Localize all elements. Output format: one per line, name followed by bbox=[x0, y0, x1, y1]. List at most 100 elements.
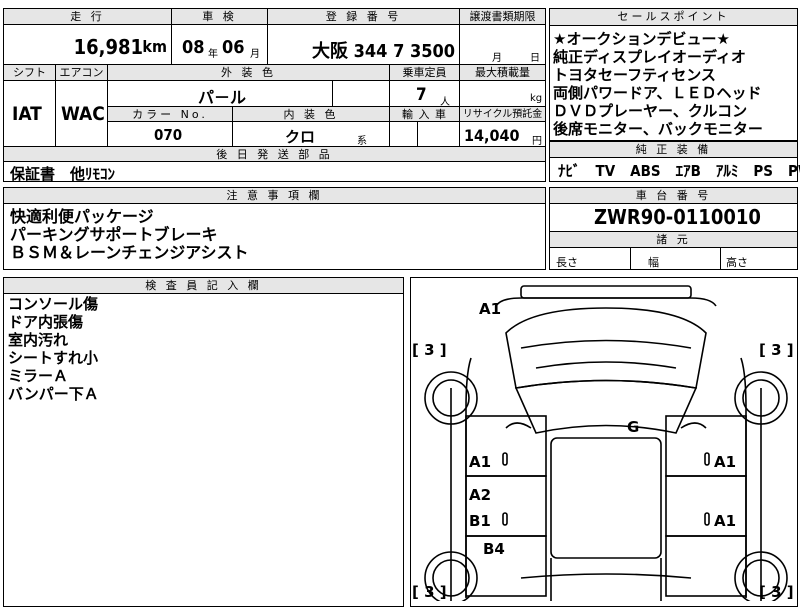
equipment-items: ﾅﾋﾞ TV ABS ｴｱB ｱﾙﾐ PS PW bbox=[558, 162, 800, 180]
selling-points-list: ★オークションデビュー★ 純正ディスプレイオーディオ トヨタセーフティセンス 両側パワ… bbox=[550, 26, 797, 138]
inspection-month-unit: 月 bbox=[250, 49, 260, 60]
deadline-day: 日 bbox=[530, 53, 540, 64]
inspector-note-item: バンパー下Ａ bbox=[8, 385, 99, 403]
mark-tire-rear-right: [ 3 ] bbox=[759, 583, 794, 601]
registration-cell: 大阪 344 7 3500 bbox=[268, 25, 460, 65]
mark-front: A1 bbox=[479, 300, 502, 318]
mark-tire-front-right: [ 3 ] bbox=[759, 341, 794, 359]
mark-tire-front-left: [ 3 ] bbox=[412, 341, 447, 359]
inspector-note-item: シートすれ小 bbox=[8, 349, 99, 367]
inspector-header: 検 査 員 記 入 欄 bbox=[4, 278, 403, 294]
selling-points-panel: セールスポイント ★オークションデビュー★ 純正ディスプレイオーディオ トヨタセーフ… bbox=[549, 8, 798, 141]
car-diagram-panel: A1 G A1 A2 B1 B4 A1 A1 [ 3 ] [ 3 ] [ 3 ]… bbox=[410, 277, 798, 607]
dim-divider-2 bbox=[720, 247, 721, 269]
note-item: 快適利便パッケージ bbox=[10, 207, 154, 226]
front-bumper-top bbox=[520, 285, 692, 299]
load-header: 最大積載量 bbox=[460, 65, 545, 81]
ac-header: エアコン bbox=[56, 65, 108, 81]
mark-roof: G bbox=[627, 418, 640, 436]
load-cell: kg bbox=[460, 81, 545, 107]
recycle-header: リサイクル預託金 bbox=[460, 107, 545, 122]
car-diagram bbox=[424, 285, 788, 601]
mark-right-rear-door: A1 bbox=[714, 512, 737, 530]
shift-value: IAT bbox=[12, 103, 42, 125]
inspection-month: 06 bbox=[222, 37, 245, 58]
notes-panel: 注 意 事 項 欄 快適利便パッケージ パーキングサポートブレーキ ＢＳＭ＆レーンチ… bbox=[3, 187, 546, 270]
dimensions-header: 諸 元 bbox=[550, 231, 797, 248]
selling-point-item: 純正ディスプレイオーディオ bbox=[553, 48, 746, 66]
equipment-header: 純 正 装 備 bbox=[550, 142, 797, 158]
mirror-left bbox=[505, 422, 532, 429]
load-unit: kg bbox=[530, 93, 543, 104]
deadline-month: 月 bbox=[492, 53, 502, 64]
equipment-panel: 純 正 装 備 ﾅﾋﾞ TV ABS ｴｱB ｱﾙﾐ PS PW bbox=[549, 141, 800, 182]
door-handle-rr bbox=[704, 512, 710, 526]
seats-unit: 人 bbox=[440, 97, 450, 108]
notes-list: 快適利便パッケージ パーキングサポートブレーキ ＢＳＭ＆レーンチェンジアシスト bbox=[4, 204, 545, 262]
mileage-header: 走 行 bbox=[4, 9, 172, 25]
inspection-year: 08 bbox=[182, 37, 205, 58]
hood-outline bbox=[505, 307, 707, 389]
seats-value: 7 bbox=[416, 85, 427, 105]
registration-header: 登 録 番 号 bbox=[268, 9, 460, 25]
left-rear-quarter bbox=[465, 535, 547, 597]
hood-line-2 bbox=[535, 361, 677, 369]
chassis-header: 車 台 番 号 bbox=[550, 188, 797, 204]
color-no-header: カラー No. bbox=[108, 107, 233, 122]
recycle-cell: 14,040 円 bbox=[460, 122, 545, 147]
shift-cell: IAT bbox=[4, 81, 56, 147]
color-no-cell: 070 bbox=[108, 122, 233, 147]
front-bumper-outline bbox=[495, 297, 717, 307]
selling-point-item: トヨタセーフティセンス bbox=[553, 66, 716, 84]
shift-header: シフト bbox=[4, 65, 56, 81]
mileage-unit: km bbox=[142, 37, 167, 56]
inspector-panel: 検 査 員 記 入 欄 コンソール傷 ドア内張傷 室内汚れ シートすれ小 ミラーＡ バンパ… bbox=[3, 277, 404, 607]
mark-left-rear: B4 bbox=[483, 540, 505, 558]
door-handle-lf bbox=[502, 452, 508, 466]
import-cell-b bbox=[418, 122, 460, 147]
mileage-cell: 16,981 km bbox=[4, 25, 172, 65]
seats-header: 乗車定員 bbox=[390, 65, 460, 81]
inspection-year-unit: 年 bbox=[208, 49, 218, 60]
dimension-height: 高さ bbox=[726, 256, 748, 269]
vehicle-spec-table: 走 行 車 検 登 録 番 号 譲渡書類期限 16,981 km 08 年 06… bbox=[3, 8, 546, 183]
ac-cell: WAC bbox=[56, 81, 108, 147]
later-parts-value: 保証書 他ﾘﾓｺﾝ bbox=[10, 165, 116, 183]
inspection-cell: 08 年 06 月 bbox=[172, 25, 268, 65]
door-handle-rf bbox=[704, 452, 710, 466]
selling-point-item: ★オークションデビュー★ bbox=[553, 30, 730, 48]
inspector-note-item: ミラーＡ bbox=[8, 367, 69, 385]
interior-cell: クロ 系 bbox=[233, 122, 390, 147]
import-cell-a bbox=[390, 122, 418, 147]
selling-point-item: 後席モニター、バックモニター bbox=[553, 120, 763, 138]
ac-value: WAC bbox=[61, 103, 105, 125]
windshield bbox=[514, 379, 698, 434]
inspector-note-item: 室内汚れ bbox=[8, 331, 69, 349]
chassis-number: ZWR90-0110010 bbox=[594, 205, 761, 229]
mark-tire-rear-left: [ 3 ] bbox=[412, 583, 447, 601]
color-no-value: 070 bbox=[154, 126, 183, 144]
inspection-header: 車 検 bbox=[172, 9, 268, 25]
registration-value: 大阪 344 7 3500 bbox=[312, 41, 456, 62]
mark-left-rear-door-1: A2 bbox=[469, 486, 492, 504]
note-item: パーキングサポートブレーキ bbox=[10, 225, 218, 244]
interior-suffix: 系 bbox=[357, 136, 367, 147]
hood-line bbox=[520, 339, 692, 349]
selling-points-header: セールスポイント bbox=[550, 9, 797, 26]
interior-header: 内 装 色 bbox=[233, 107, 390, 122]
door-handle-lr bbox=[502, 512, 508, 526]
deadline-header: 譲渡書類期限 bbox=[460, 9, 545, 25]
later-parts-cell: 保証書 他ﾘﾓｺﾝ bbox=[4, 162, 545, 183]
mark-left-front-door: A1 bbox=[469, 453, 492, 471]
later-parts-header: 後 日 発 送 部 品 bbox=[4, 147, 545, 162]
dimension-width: 幅 bbox=[648, 256, 659, 269]
notes-header: 注 意 事 項 欄 bbox=[4, 188, 545, 204]
recycle-value: 14,040 bbox=[464, 126, 520, 145]
chassis-panel: 車 台 番 号 ZWR90-0110010 諸 元 長さ 幅 高さ bbox=[549, 187, 798, 270]
mileage-value: 16,981 bbox=[73, 35, 143, 59]
mark-left-rear-door-2: B1 bbox=[469, 512, 491, 530]
recycle-unit: 円 bbox=[532, 136, 542, 147]
exterior-extra bbox=[333, 81, 390, 107]
roof bbox=[550, 437, 662, 559]
selling-point-item: 両側パワードア、ＬＥＤヘッド bbox=[553, 84, 762, 102]
